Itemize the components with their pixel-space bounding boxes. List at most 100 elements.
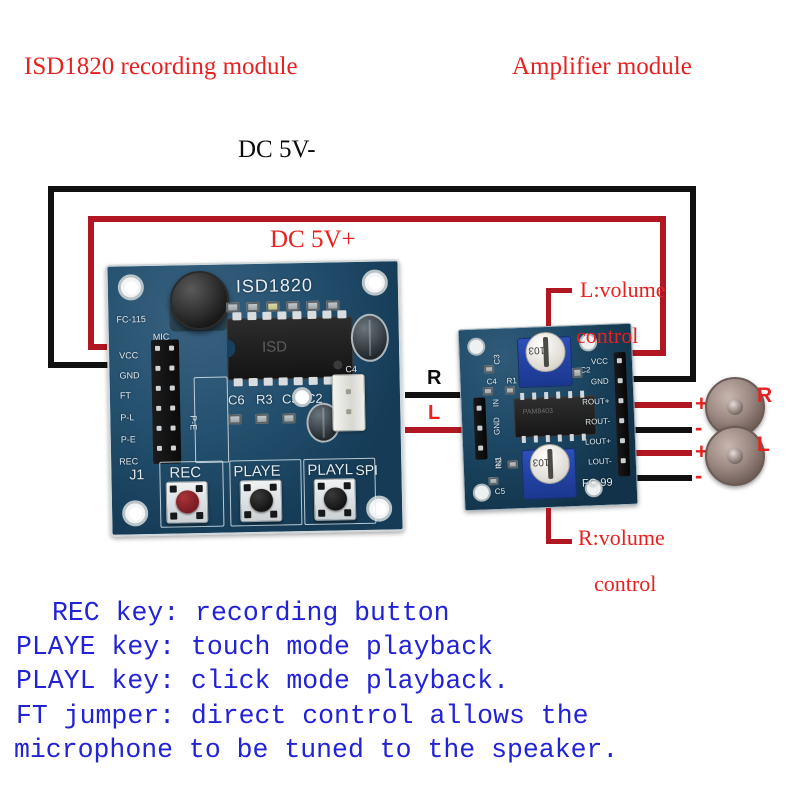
smd-component (482, 387, 494, 396)
label-dc-5v-negative: DC 5V- (238, 136, 316, 163)
silk-c3: C3 (492, 354, 502, 365)
wire-signal-r (405, 392, 467, 398)
pin-label-rec: REC (119, 456, 139, 467)
wire-vcc-left (88, 216, 94, 350)
pin-label-in: IN (491, 398, 501, 408)
title-isd-module: ISD1820 recording module (24, 53, 298, 80)
pointer-l-volume-vertical (546, 288, 551, 326)
wire-gnd-top (48, 186, 696, 192)
pot-code: 103 (528, 344, 546, 356)
label-volume-left-line1: L:volume (580, 277, 666, 303)
mounting-hole (121, 500, 149, 527)
silk-cap-label: C4 (345, 364, 358, 375)
pin-label-ft: FT (119, 390, 132, 401)
playl-button[interactable] (313, 478, 357, 521)
label-speaker-l-minus: - (695, 463, 703, 488)
chip-pins-bottom (233, 376, 348, 387)
mounting-hole (472, 483, 492, 502)
label-speaker-r: R (757, 384, 773, 407)
wire-gnd-left (48, 186, 54, 368)
volume-pot-right[interactable]: 103 (521, 443, 578, 501)
wire-signal-l (405, 427, 467, 433)
silk-part-number: ISD1820 (235, 274, 314, 297)
wire-speaker-r-plus (630, 402, 692, 408)
wire-speaker-l-minus (630, 475, 692, 481)
speaker-left (705, 426, 765, 486)
pin-label-lout-minus: LOUT- (588, 456, 612, 467)
input-pin-header[interactable] (473, 397, 488, 460)
smd-component (507, 460, 518, 469)
silk-r3: R3 (255, 391, 273, 407)
label-volume-right-line2: control (594, 571, 657, 597)
smd-component (326, 300, 340, 311)
caption-line-1: REC key: recording button (52, 598, 450, 628)
wire-gnd-right (690, 186, 696, 382)
pin-label-pl: P-L (120, 412, 135, 423)
chip-lead (521, 435, 526, 444)
electrolytic-capacitor (350, 313, 390, 363)
silk-c4: C4 (486, 376, 498, 387)
silk-btn-playl: PLAYL (307, 461, 354, 480)
smd-component (282, 413, 296, 424)
smd-component (286, 301, 300, 312)
chip-lead (533, 435, 538, 443)
mounting-hole (466, 337, 486, 357)
smd-component (483, 365, 495, 374)
label-speaker-r-minus: - (695, 415, 703, 440)
smd-component (488, 476, 499, 486)
label-channel-l: L (428, 402, 441, 424)
title-amplifier-module: Amplifier module (512, 53, 692, 80)
chip-lead (557, 434, 562, 442)
silk-j1: J1 (129, 466, 145, 483)
caption-line-3: PLAYL key: click mode playback. (16, 666, 509, 697)
rec-button-cap[interactable] (175, 490, 200, 514)
playe-button-cap[interactable] (249, 488, 274, 513)
pin-label-rout-plus: ROUT+ (581, 396, 610, 407)
pin-label-rout-minus: ROUT- (585, 416, 611, 427)
chip-notch (226, 339, 236, 358)
chip-lead (520, 392, 525, 401)
caption-line-2: PLAYE key: touch mode playback (16, 632, 494, 663)
pot-code: 103 (532, 455, 550, 468)
silk-board-code: FC-115 (116, 314, 146, 325)
playe-button[interactable] (239, 479, 283, 523)
label-volume-left: L:volume control (558, 255, 666, 394)
silk-btn-playe: PLAYE (233, 462, 281, 481)
label-channel-r: R (427, 367, 442, 389)
pin-label-lout-plus: LOUT+ (584, 436, 612, 447)
playl-button-cap[interactable] (323, 487, 348, 511)
silk-btn-rec: REC (169, 464, 202, 482)
mounting-hole (117, 274, 145, 301)
pin-header-j1[interactable] (150, 339, 182, 464)
silk-c6: C6 (227, 392, 245, 408)
isd1820-chip: ISD (226, 310, 354, 387)
smd-component (266, 301, 280, 312)
chip-pins-top (232, 310, 347, 321)
rec-button[interactable] (165, 480, 209, 524)
smd-component (306, 300, 320, 311)
chip-marking: ISD (261, 338, 288, 356)
pin-label-vcc: VCC (119, 350, 139, 361)
chip-lead (532, 392, 537, 400)
silk-board-code: FC-99 (581, 476, 613, 490)
chip-lead (544, 391, 549, 400)
smd-component (255, 413, 269, 424)
caption-block: REC key: recording button PLAYE key: tou… (0, 596, 800, 767)
silk-c5: C5 (494, 486, 506, 497)
isd1820-board[interactable]: FC-115 ISD1820 MIC ISD C4 VCC GND FT P-L… (105, 259, 405, 537)
smd-component (228, 414, 242, 425)
speaker-connector[interactable] (331, 373, 366, 432)
caption-line-4: FT jumper: direct control allows the (16, 700, 589, 731)
trace-box (193, 376, 230, 464)
smd-component (504, 386, 516, 395)
smd-component (226, 302, 240, 313)
chip-lead (545, 434, 550, 443)
silk-r1: R1 (506, 376, 517, 386)
label-speaker-l: L (757, 433, 770, 456)
chip-marking: PAM8403 (522, 407, 554, 416)
mounting-hole (361, 269, 389, 296)
caption-line-5: microphone to be tuned to the speaker. (14, 734, 619, 765)
pin-label-gnd-in: GND (491, 417, 502, 436)
wire-vcc-top (88, 216, 666, 222)
pin-label-in1: IN1 (493, 456, 503, 470)
